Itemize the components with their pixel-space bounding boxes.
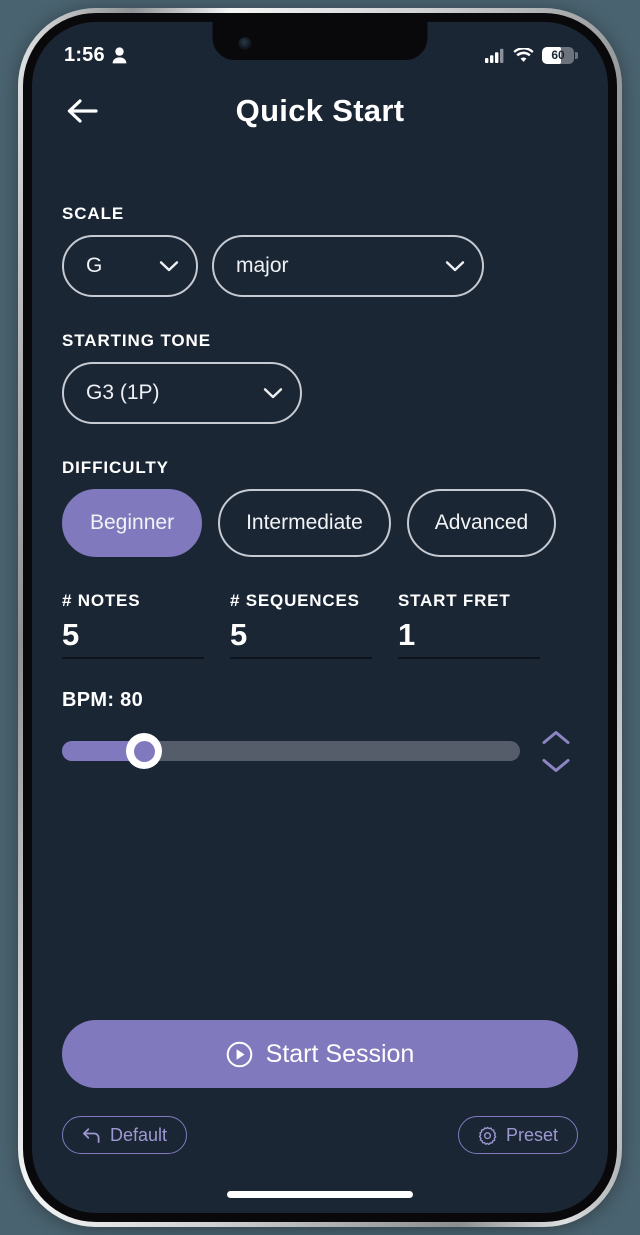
difficulty-options: Beginner Intermediate Advanced bbox=[62, 489, 578, 557]
play-circle-icon bbox=[226, 1041, 252, 1067]
undo-arrow-icon bbox=[83, 1127, 100, 1143]
chevron-down-icon[interactable] bbox=[541, 757, 571, 774]
gear-icon bbox=[478, 1126, 497, 1145]
battery-tip bbox=[575, 51, 578, 59]
device-notch bbox=[212, 22, 428, 60]
num-notes-field: # NOTES 5 bbox=[62, 591, 204, 659]
wifi-icon bbox=[513, 47, 534, 62]
bpm-steppers bbox=[534, 729, 578, 774]
scale-type-select[interactable]: major bbox=[212, 235, 484, 297]
preset-button[interactable]: Preset bbox=[457, 1116, 578, 1154]
starting-tone-value: G3 (1P) bbox=[86, 381, 160, 404]
chevron-up-icon[interactable] bbox=[541, 729, 571, 746]
scale-section-label: SCALE bbox=[62, 204, 125, 223]
scale-root-value: G bbox=[86, 254, 103, 277]
num-notes-input[interactable]: 5 bbox=[62, 611, 204, 659]
difficulty-option-advanced[interactable]: Advanced bbox=[406, 489, 557, 557]
chevron-down-icon bbox=[159, 260, 179, 271]
scale-root-select[interactable]: G bbox=[62, 235, 198, 297]
num-sequences-input[interactable]: 5 bbox=[230, 611, 372, 659]
phone-bezel: 1:56 60 Quick Start SCALE G major STARTI… bbox=[23, 13, 617, 1222]
difficulty-option-intermediate[interactable]: Intermediate bbox=[218, 489, 391, 557]
default-button-label: Default bbox=[110, 1124, 168, 1145]
starting-tone-section-label: STARTING TONE bbox=[62, 331, 211, 350]
default-button[interactable]: Default bbox=[62, 1116, 188, 1154]
main-content: SCALE G major STARTING TONE G3 (1P) DIFF… bbox=[32, 146, 608, 1213]
home-indicator[interactable] bbox=[227, 1191, 413, 1198]
bpm-slider[interactable] bbox=[62, 733, 520, 770]
number-fields: # NOTES 5 # SEQUENCES 5 START FRET 1 bbox=[62, 591, 578, 659]
battery-level: 60 bbox=[551, 47, 565, 62]
person-icon bbox=[112, 46, 127, 63]
starting-tone-select[interactable]: G3 (1P) bbox=[62, 362, 302, 424]
bottom-actions: Default Preset bbox=[62, 1116, 578, 1154]
start-session-button[interactable]: Start Session bbox=[62, 1020, 578, 1088]
status-bar-left: 1:56 bbox=[64, 44, 127, 67]
start-fret-label: START FRET bbox=[398, 591, 511, 610]
battery-indicator: 60 bbox=[542, 46, 578, 64]
num-notes-label: # NOTES bbox=[62, 591, 141, 610]
status-time: 1:56 bbox=[64, 43, 105, 66]
page-title: Quick Start bbox=[235, 93, 405, 128]
bpm-row bbox=[62, 729, 578, 774]
status-bar-right: 60 bbox=[485, 46, 578, 64]
chevron-down-icon bbox=[263, 387, 283, 398]
scale-row: G major bbox=[62, 235, 578, 297]
num-sequences-field: # SEQUENCES 5 bbox=[230, 591, 372, 659]
start-session-label: Start Session bbox=[265, 1039, 415, 1068]
phone-screen: 1:56 60 Quick Start SCALE G major STARTI… bbox=[32, 22, 608, 1213]
num-sequences-label: # SEQUENCES bbox=[230, 591, 360, 610]
app-header: Quick Start bbox=[32, 76, 608, 146]
bpm-label: BPM: 80 bbox=[62, 688, 144, 711]
preset-button-label: Preset bbox=[505, 1124, 558, 1145]
difficulty-section-label: DIFFICULTY bbox=[62, 458, 169, 477]
start-fret-field: START FRET 1 bbox=[398, 591, 540, 659]
bpm-slider-thumb[interactable] bbox=[126, 733, 163, 770]
cellular-signal-icon bbox=[485, 48, 504, 63]
phone-frame: 1:56 60 Quick Start SCALE G major STARTI… bbox=[18, 8, 622, 1227]
difficulty-option-beginner[interactable]: Beginner bbox=[62, 489, 203, 557]
front-camera-icon bbox=[238, 37, 252, 50]
start-fret-input[interactable]: 1 bbox=[398, 611, 540, 659]
scale-type-value: major bbox=[236, 254, 289, 277]
chevron-down-icon bbox=[445, 260, 465, 271]
